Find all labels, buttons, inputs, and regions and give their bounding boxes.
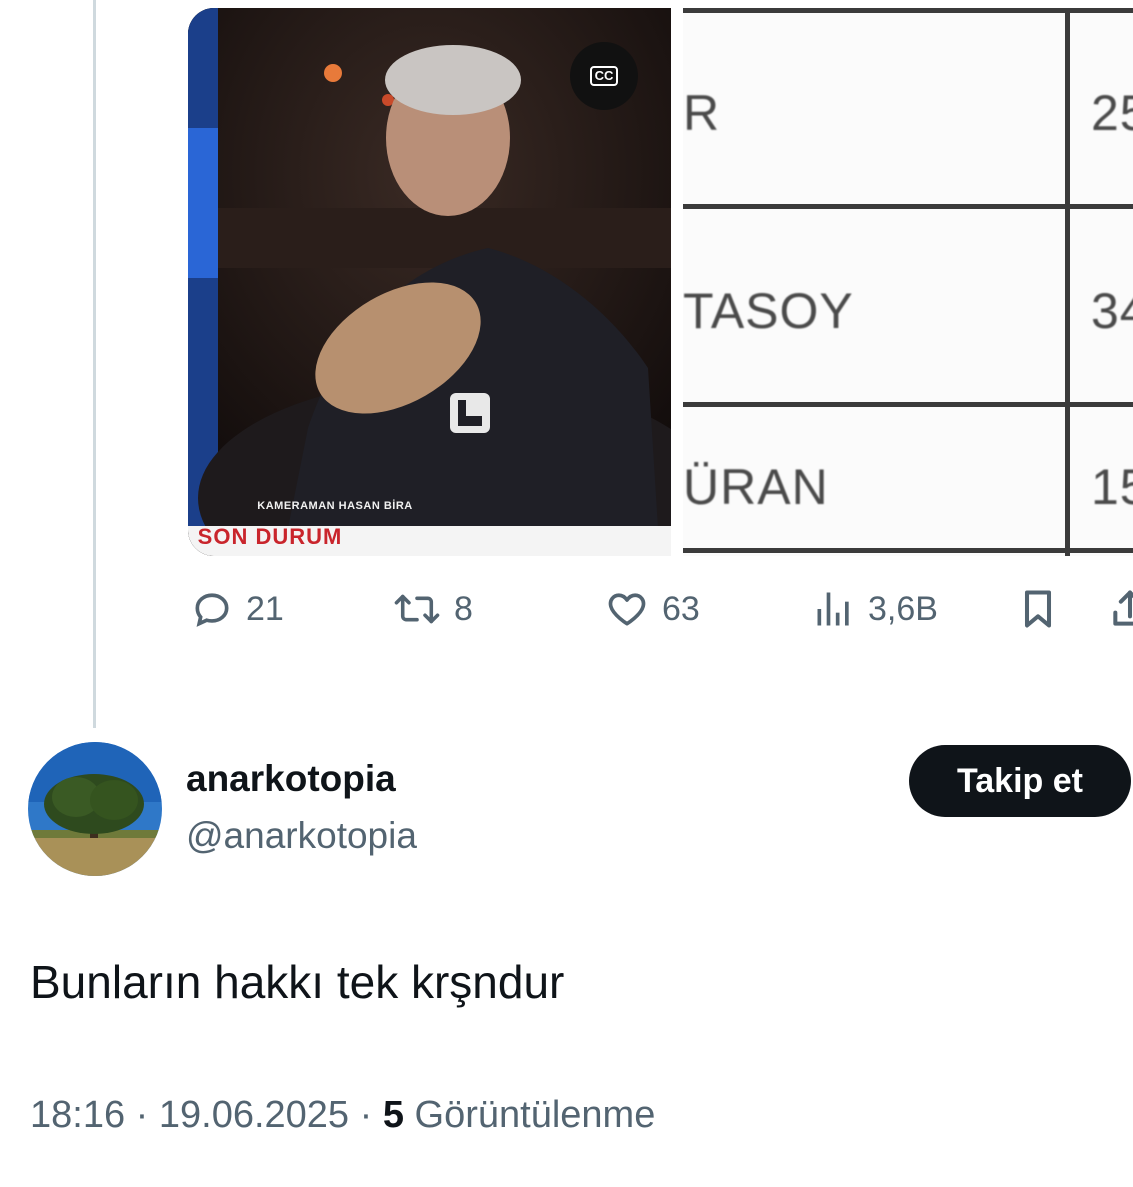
like-button[interactable]: 63 [604,580,700,638]
tweet-date[interactable]: 19.06.2025 [159,1094,349,1136]
tree-avatar-image [28,742,162,876]
table-cell-number: 34 [1091,283,1133,339]
table-cell-name: ÜRAN [683,459,829,515]
bookmark-button[interactable] [1016,580,1060,638]
meta-separator: · [359,1094,373,1136]
table-cell-name: TASOY [683,283,854,339]
table-cell-number: 15 [1091,459,1133,515]
tweet-time[interactable]: 18:16 [30,1094,125,1136]
reply-button[interactable]: 21 [190,580,284,638]
retweet-button[interactable]: 8 [392,580,473,638]
avatar[interactable] [28,742,162,876]
tweet-views-count: 5 [382,1094,404,1136]
tweet-text: Bunların hakkı tek krşndur [30,956,565,1008]
heart-icon [608,593,646,626]
meta-separator: · [135,1094,149,1136]
author-handle[interactable]: @anarkotopia [186,815,417,857]
like-count: 63 [662,589,700,628]
share-icon [1113,590,1133,626]
embedded-image[interactable]: R TASOY ÜRAN 25 34 15 [683,8,1133,556]
reply-icon [195,593,229,627]
video-headline: SON DURUM [197,524,343,549]
retweet-count: 8 [454,589,473,628]
table-border [1065,8,1070,556]
tweet-action-bar: 21 8 63 3,6B [0,580,1133,640]
views-count: 3,6B [868,589,938,628]
bookmark-icon [1024,590,1052,628]
tweet-meta: 18:16 · 19.06.2025 · 5 Görüntülenme [30,1094,655,1137]
views-button[interactable]: 3,6B [812,580,938,638]
table-cell-name: R [683,85,721,141]
reply-count: 21 [246,589,284,628]
closed-captions-button[interactable]: CC [570,42,638,110]
share-button[interactable] [1108,580,1133,638]
tweet-views-label: Görüntülenme [414,1094,656,1136]
retweet-icon [394,594,440,624]
author-display-name[interactable]: anarkotopia [186,758,396,800]
cc-icon: CC [589,66,619,86]
table-cell-number: 25 [1091,85,1133,141]
video-subtitle-camera: KAMERAMAN HASAN BİRA [257,500,413,512]
follow-button[interactable]: Takip et [909,745,1131,817]
analytics-icon [817,592,849,626]
